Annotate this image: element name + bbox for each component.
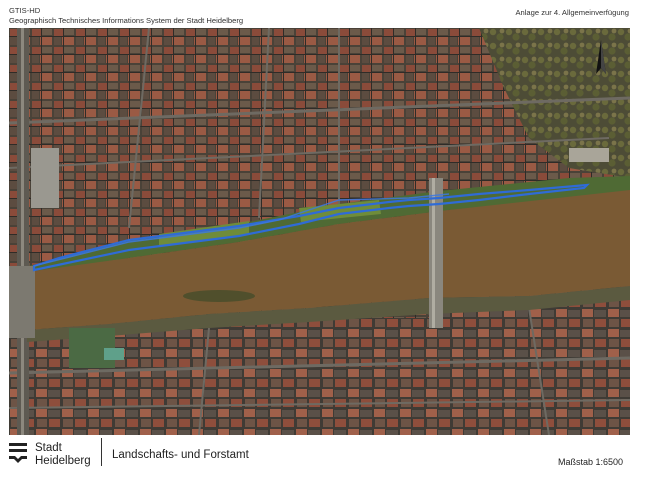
- header-system: GTIS-HD Geographisch Technisches Informa…: [9, 6, 243, 25]
- system-short-name: GTIS-HD: [9, 6, 41, 15]
- logo-line-2: Heidelberg: [35, 454, 91, 467]
- map-scale: Maßstab 1:6500: [557, 457, 623, 467]
- city-logo-icon: [9, 443, 27, 463]
- city-logo: Stadt Heidelberg: [9, 442, 91, 469]
- aerial-map[interactable]: [9, 28, 630, 435]
- department-name: Landschafts- und Forstamt: [112, 449, 249, 461]
- attachment-label: Anlage zur 4. Allgemeinverfügung: [515, 8, 629, 17]
- footer-divider: [101, 438, 102, 466]
- system-full-name: Geographisch Technisches Informations Sy…: [9, 15, 244, 25]
- city-logo-text: Stadt Heidelberg: [35, 442, 91, 467]
- bridge: [429, 178, 443, 328]
- logo-line-1: Stadt: [35, 442, 62, 454]
- aerial-map-svg: [9, 28, 630, 435]
